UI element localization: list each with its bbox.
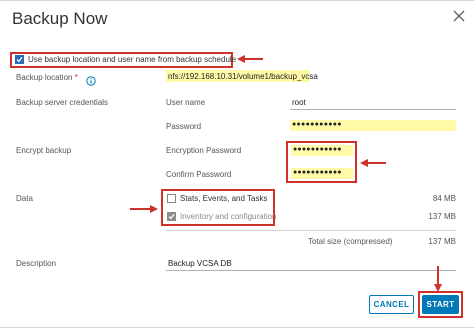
data-item-size: 84 MB <box>432 194 456 203</box>
info-icon[interactable] <box>86 73 96 86</box>
backup-location-input[interactable]: nfs://192.168.10.31/volume1/backup_vcsa <box>168 72 318 81</box>
close-icon[interactable] <box>452 9 466 23</box>
backup-location-label: Backup location * <box>16 73 78 82</box>
data-item-size: 137 MB <box>428 212 456 221</box>
password-label: Password <box>166 122 202 131</box>
confirm-password-input[interactable]: ●●●●●●●●●●● <box>293 169 342 176</box>
start-button[interactable]: START <box>422 295 459 314</box>
top-border <box>0 0 474 1</box>
cancel-button[interactable]: CANCEL <box>369 295 414 314</box>
encrypt-section-label: Encrypt backup <box>16 146 72 155</box>
confirm-password-label: Confirm Password <box>166 170 232 179</box>
description-label: Description <box>16 259 57 268</box>
annotation-arrow-left <box>237 55 263 63</box>
data-section-label: Data <box>16 194 33 203</box>
dialog-title: Backup Now <box>12 9 108 28</box>
schedule-checkbox[interactable] <box>15 55 24 64</box>
data-item-label: Inventory and configuration <box>180 212 277 221</box>
data-item-label: Stats, Events, and Tasks <box>180 194 268 203</box>
password-input[interactable]: ●●●●●●●●●●● <box>292 121 342 128</box>
data-divider <box>166 230 456 231</box>
annotation-arrow-down <box>434 266 442 292</box>
username-input[interactable]: root <box>292 98 306 107</box>
required-marker: * <box>74 73 78 82</box>
description-input[interactable]: Backup VCSA DB <box>168 259 232 268</box>
total-size-value: 137 MB <box>428 237 456 246</box>
username-label: User name <box>166 98 206 107</box>
annotation-arrow-left-2 <box>360 159 386 167</box>
encryption-password-label: Encryption Password <box>166 146 242 155</box>
total-size-label: Total size (compressed) <box>308 237 393 246</box>
username-underline <box>290 109 456 110</box>
credentials-section-label: Backup server credentials <box>16 98 109 107</box>
schedule-option-label: Use backup location and user name from b… <box>28 55 237 64</box>
annotation-arrow-right <box>130 205 158 213</box>
data-item-checkbox[interactable] <box>167 212 176 221</box>
encryption-password-input[interactable]: ●●●●●●●●●●● <box>293 146 342 153</box>
description-underline <box>166 270 456 271</box>
data-item-checkbox[interactable] <box>167 194 176 203</box>
